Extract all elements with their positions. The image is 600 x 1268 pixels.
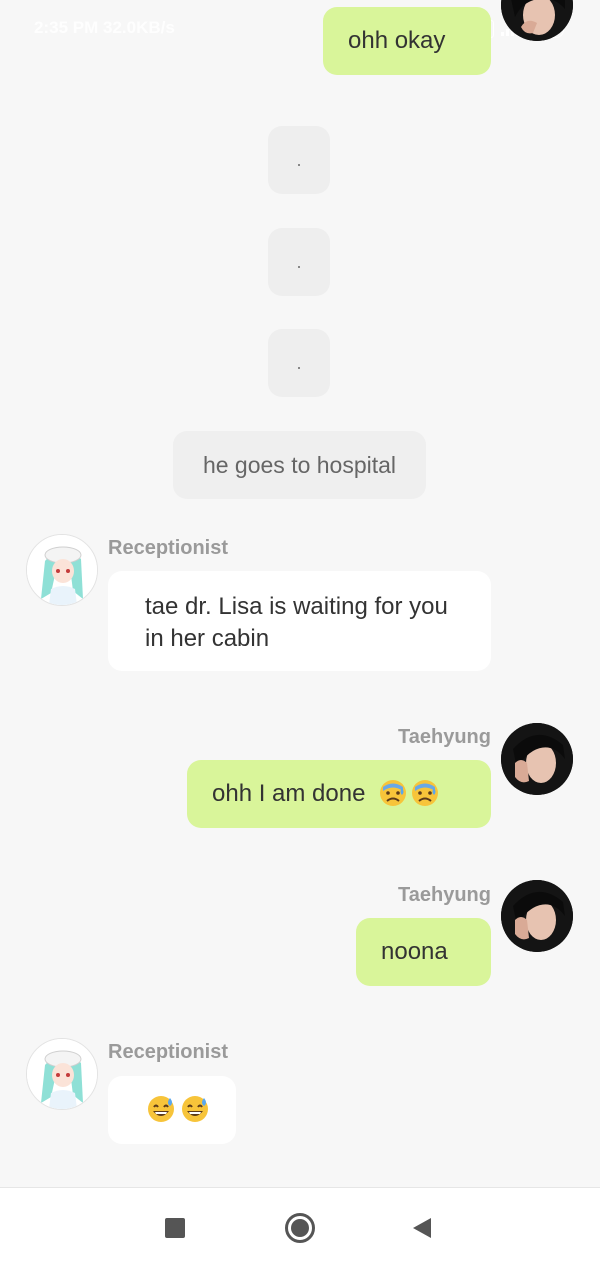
recents-button[interactable] — [155, 1208, 195, 1248]
grinning-face-with-sweat-icon — [182, 1095, 208, 1122]
taehyung-portrait-icon — [501, 880, 573, 952]
outgoing-message-bubble[interactable]: ohh I am done — [187, 760, 491, 828]
receptionist-portrait-icon — [27, 535, 97, 605]
sender-name: Receptionist — [108, 537, 229, 559]
circle-icon — [285, 1213, 315, 1243]
status-time: 2:35 PM — [34, 18, 99, 37]
square-icon — [165, 1218, 185, 1238]
incoming-message-bubble[interactable]: tae dr. Lisa is waiting for you in her c… — [108, 571, 491, 671]
incoming-message-bubble[interactable] — [108, 1076, 236, 1144]
outgoing-message-bubble[interactable]: ohh okay — [323, 7, 491, 75]
narration-dot-3: . — [268, 329, 330, 397]
message-text: ohh I am done — [212, 780, 366, 807]
sender-name: Taehyung — [398, 884, 491, 906]
narration-dot-1: . — [268, 126, 330, 194]
worried-face-icon — [412, 779, 439, 806]
narration-bubble: he goes to hospital — [173, 431, 426, 499]
narration-text: he goes to hospital — [202, 452, 397, 478]
status-speed: 32.0KB/s — [102, 18, 175, 37]
receptionist-avatar[interactable] — [26, 1038, 98, 1110]
message-text: tae dr. Lisa is waiting for you in her c… — [145, 593, 448, 652]
taehyung-avatar[interactable] — [501, 723, 573, 795]
status-time-speed: 2:35 PM 32.0KB/s — [34, 18, 175, 38]
taehyung-avatar[interactable] — [501, 880, 573, 952]
message-text: noona — [381, 938, 448, 965]
receptionist-avatar[interactable] — [26, 534, 98, 606]
dot-text: . — [296, 149, 302, 170]
back-triangle-icon — [413, 1218, 431, 1238]
back-button[interactable] — [402, 1208, 442, 1248]
sender-name: Receptionist — [108, 1041, 229, 1063]
system-navigation-bar — [0, 1187, 600, 1268]
message-text: ohh okay — [348, 27, 446, 54]
outgoing-message-bubble[interactable]: noona — [356, 918, 491, 986]
dot-text: . — [296, 352, 302, 373]
worried-face-icon — [380, 779, 407, 806]
dot-text: . — [296, 251, 302, 272]
narration-dot-2: . — [268, 228, 330, 296]
home-button[interactable] — [280, 1208, 320, 1248]
sender-name: Taehyung — [398, 726, 491, 748]
receptionist-portrait-icon — [27, 1039, 97, 1109]
taehyung-portrait-icon — [501, 723, 573, 795]
grinning-face-with-sweat-icon — [148, 1095, 174, 1122]
